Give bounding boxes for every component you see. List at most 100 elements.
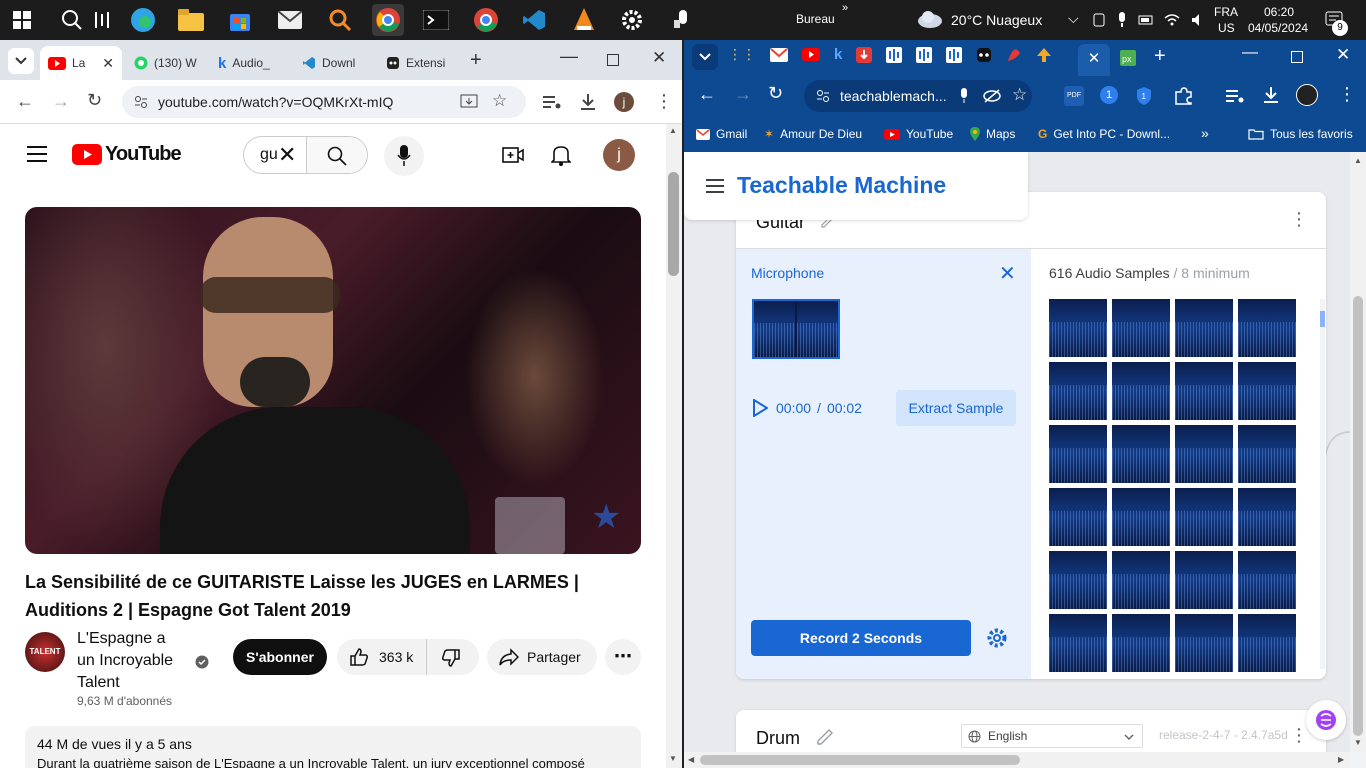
horizontal-scrollbar[interactable]: ◀ ▶ xyxy=(684,752,1350,768)
scroll-up-icon[interactable]: ▲ xyxy=(669,126,677,135)
bookmark-getintopc[interactable]: G Get Into PC - Downl... xyxy=(1038,127,1170,141)
chevron-right-icon[interactable]: » xyxy=(842,2,848,14)
sample-thumbnail[interactable] xyxy=(1049,425,1107,483)
chrome-profile-icon[interactable] xyxy=(470,4,502,36)
sample-thumbnail[interactable] xyxy=(1049,551,1107,609)
omnibox[interactable]: teachablemach... ☆ xyxy=(804,80,1032,112)
sample-thumbnail[interactable] xyxy=(1175,614,1233,672)
search-input[interactable]: gu xyxy=(260,146,278,164)
extension-tab-icon[interactable] xyxy=(976,47,992,63)
site-info-icon[interactable] xyxy=(134,95,148,109)
search-app-icon[interactable] xyxy=(324,4,356,36)
horizontal-scrollbar-thumb[interactable] xyxy=(700,755,1020,765)
sample-thumbnail[interactable] xyxy=(1049,299,1107,357)
back-icon[interactable]: ← xyxy=(16,91,34,112)
close-window-icon[interactable]: ✕ xyxy=(1336,45,1350,65)
terminal-icon[interactable] xyxy=(420,4,452,36)
class-options-icon[interactable]: ⋮ xyxy=(1290,725,1308,746)
samples-scrollbar[interactable] xyxy=(1320,299,1325,669)
k-icon[interactable]: k xyxy=(834,46,842,63)
sample-thumbnail[interactable] xyxy=(1238,362,1296,420)
search-button[interactable] xyxy=(306,137,367,173)
sample-thumbnail[interactable] xyxy=(1112,614,1170,672)
language-select[interactable]: English xyxy=(961,724,1143,748)
extract-sample-button[interactable]: Extract Sample xyxy=(896,390,1016,426)
bookmark-star-icon[interactable]: ☆ xyxy=(492,91,507,111)
bookmark-star-icon[interactable]: ☆ xyxy=(1012,85,1027,105)
sample-thumbnail[interactable] xyxy=(1238,551,1296,609)
class-options-icon[interactable]: ⋮ xyxy=(1290,209,1308,230)
video-player[interactable]: ★ xyxy=(25,207,641,554)
microphone-app-icon[interactable] xyxy=(666,4,698,36)
edit-pencil-icon[interactable] xyxy=(816,728,834,746)
media-control-icon[interactable] xyxy=(543,94,561,110)
chrome-menu-icon[interactable]: ⋮ xyxy=(1338,84,1356,105)
pdf-extension-icon[interactable]: PDF xyxy=(1064,86,1084,106)
youtube-icon[interactable] xyxy=(802,48,820,61)
minimize-icon[interactable]: — xyxy=(560,46,578,67)
description-box[interactable]: 44 M de vues il y a 5 ans Durant la quat… xyxy=(25,726,641,768)
channel-name[interactable]: L'Espagne a un Incroyable Talent xyxy=(77,628,187,694)
eye-slash-icon[interactable] xyxy=(982,88,1002,104)
edge-icon[interactable] xyxy=(127,4,159,36)
bookmark-gmail[interactable]: Gmail xyxy=(696,127,747,141)
new-tab-icon[interactable]: + xyxy=(1154,45,1166,68)
tab-download[interactable]: Downl xyxy=(294,46,374,80)
active-tab-close-icon[interactable]: ✕ xyxy=(1078,44,1110,76)
gmail-icon[interactable] xyxy=(770,47,788,62)
sample-thumbnail[interactable] xyxy=(1175,488,1233,546)
sample-thumbnail[interactable] xyxy=(1175,362,1233,420)
system-tray-icons[interactable] xyxy=(1092,12,1206,28)
reload-icon[interactable]: ↻ xyxy=(768,83,783,104)
play-icon[interactable] xyxy=(752,399,768,417)
extension-badge[interactable]: 1 xyxy=(1100,86,1118,104)
sample-thumbnail[interactable] xyxy=(1049,362,1107,420)
bookmark-youtube[interactable]: YouTube xyxy=(884,127,953,141)
thumbs-down-icon[interactable] xyxy=(441,648,461,668)
youtube-logo[interactable]: YouTube xyxy=(72,143,182,166)
lang-top[interactable]: FRA xyxy=(1214,5,1238,19)
sample-thumbnail[interactable] xyxy=(1112,299,1170,357)
task-view-icon[interactable] xyxy=(86,4,118,36)
battery-icon[interactable] xyxy=(1138,12,1154,28)
clock-time[interactable]: 06:20 xyxy=(1264,5,1294,19)
sample-thumbnail[interactable] xyxy=(1112,362,1170,420)
mail-icon[interactable] xyxy=(274,4,306,36)
scroll-down-icon[interactable]: ▼ xyxy=(669,754,677,763)
class-name[interactable]: Drum xyxy=(756,728,800,749)
media-control-icon[interactable] xyxy=(1226,88,1244,104)
tab-audio[interactable]: k Audio_ xyxy=(210,46,290,80)
settings-gear-icon[interactable] xyxy=(616,4,648,36)
notifications-bell-icon[interactable] xyxy=(551,144,571,166)
scrollbar-thumb[interactable] xyxy=(1353,296,1363,736)
sample-thumbnail[interactable] xyxy=(1175,551,1233,609)
store-icon[interactable] xyxy=(224,4,256,36)
back-icon[interactable]: ← xyxy=(698,84,716,105)
downloads-icon[interactable] xyxy=(1262,86,1280,104)
page-scrollbar[interactable]: ▲ ▼ xyxy=(666,124,682,768)
close-mic-icon[interactable]: ✕ xyxy=(999,261,1016,286)
audio-tab-icon[interactable] xyxy=(946,46,963,63)
tab-whatsapp[interactable]: (130) W xyxy=(126,46,206,80)
like-button[interactable]: 363 k xyxy=(337,639,427,675)
reload-icon[interactable]: ↻ xyxy=(87,90,102,111)
sample-thumbnail[interactable] xyxy=(1238,425,1296,483)
chrome-icon[interactable] xyxy=(372,4,404,36)
channel-avatar[interactable]: TALENT xyxy=(25,632,65,672)
sample-thumbnail[interactable] xyxy=(1238,488,1296,546)
hamburger-menu-icon[interactable] xyxy=(27,146,47,162)
omnibox[interactable]: youtube.com/watch?v=OQMKrXt-mIQ ☆ xyxy=(122,86,526,118)
sample-thumbnail[interactable] xyxy=(1175,425,1233,483)
profile-avatar[interactable]: j xyxy=(614,92,634,112)
minimize-icon[interactable]: — xyxy=(1242,44,1258,62)
recording-preview[interactable] xyxy=(752,299,840,359)
more-actions-icon[interactable]: ⋯ xyxy=(605,639,641,675)
page-scrollbar[interactable]: ▲ ▼ xyxy=(1350,152,1366,752)
camera-tray-icon[interactable] xyxy=(1092,12,1106,28)
record-button[interactable]: Record 2 Seconds xyxy=(751,620,971,656)
clear-search-icon[interactable]: ✕ xyxy=(278,142,296,168)
sample-thumbnail[interactable] xyxy=(1049,488,1107,546)
sample-thumbnail[interactable] xyxy=(1049,614,1107,672)
volume-icon[interactable] xyxy=(1190,12,1206,28)
scroll-left-icon[interactable]: ◀ xyxy=(688,755,694,764)
